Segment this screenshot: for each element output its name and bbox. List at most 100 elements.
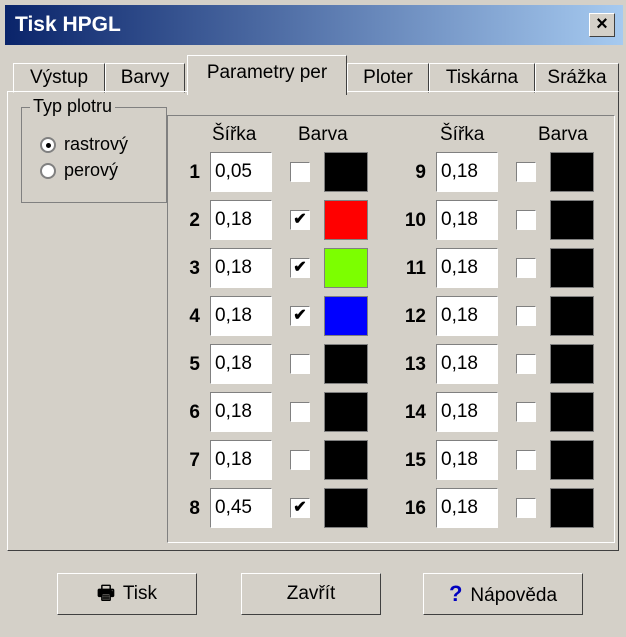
pen-color-swatch[interactable] [324,344,368,384]
tab-srazka[interactable]: Srážka [535,63,619,93]
pen-width-input[interactable]: 0,18 [210,344,272,384]
pen-width-input[interactable]: 0,18 [436,152,498,192]
pen-color-swatch[interactable] [550,200,594,240]
pen-width-input[interactable]: 0,18 [436,440,498,480]
pen-color-swatch[interactable] [324,488,368,528]
pen-color-checkbox[interactable] [290,402,310,422]
pen-row: 1 0,05 [172,150,382,196]
pen-color-swatch[interactable] [550,488,594,528]
print-label: Tisk [122,583,158,604]
pen-color-checkbox[interactable] [516,402,536,422]
pen-width-input[interactable]: 0,18 [436,488,498,528]
pen-color-swatch[interactable] [324,152,368,192]
pen-color-swatch[interactable] [550,440,594,480]
pen-color-swatch[interactable] [550,392,594,432]
close-icon[interactable]: × [589,13,615,37]
pen-number: 11 [405,258,426,279]
color-header-right: Barva [538,124,588,145]
pen-color-checkbox[interactable] [516,450,536,470]
pen-color-checkbox[interactable]: ✔ [290,498,310,518]
pen-color-checkbox[interactable] [516,498,536,518]
pen-row: 2 0,18 ✔ [172,198,382,244]
pen-grid: Šířka Barva Šířka Barva 1 0,05 2 0,18 ✔ 3 0,18… [167,115,615,543]
radio-circle-icon [40,163,56,179]
help-icon: ? [448,581,463,606]
tab-ploter[interactable]: Ploter [347,63,429,93]
pen-width-input[interactable]: 0,18 [436,200,498,240]
dialog-window: Tisk HPGL × Výstup Barvy Parametry per P… [0,0,626,637]
pen-row: 7 0,18 [172,438,382,484]
pen-number: 15 [404,450,426,471]
pen-color-swatch[interactable] [324,440,368,480]
pen-color-checkbox[interactable]: ✔ [290,258,310,278]
pen-color-checkbox[interactable] [516,210,536,230]
pen-color-swatch[interactable] [324,392,368,432]
tab-vystup[interactable]: Výstup [13,63,105,93]
pen-number: 5 [189,354,200,375]
pen-width-input[interactable]: 0,18 [210,248,272,288]
width-header-left: Šířka [212,124,257,145]
pen-color-swatch[interactable] [550,152,594,192]
printer-icon: 🖶 [96,583,115,604]
radio-circle-icon [40,137,56,153]
pen-color-checkbox[interactable] [516,354,536,374]
pen-width-input[interactable]: 0,18 [210,392,272,432]
pen-color-checkbox[interactable]: ✔ [290,306,310,326]
pen-width-input[interactable]: 0,18 [210,296,272,336]
pen-row: 4 0,18 ✔ [172,294,382,340]
color-header-left: Barva [298,124,348,145]
pen-row: 9 0,18 [398,150,608,196]
pen-color-swatch[interactable] [324,296,368,336]
title-bar: Tisk HPGL × [5,5,623,45]
tab-strip: Výstup Barvy Parametry per Ploter Tiskár… [9,49,626,95]
pen-color-swatch[interactable] [550,344,594,384]
pen-number: 6 [189,402,200,423]
plot-type-group: Typ plotru rastrový perový [21,96,167,203]
pen-color-checkbox[interactable] [516,258,536,278]
pen-number: 16 [404,498,426,519]
tab-tiskarna[interactable]: Tiskárna [429,63,535,93]
pen-width-input[interactable]: 0,05 [210,152,272,192]
pen-number: 8 [189,498,200,519]
pen-number: 13 [404,354,426,375]
pen-row: 3 0,18 ✔ [172,246,382,292]
pen-number: 14 [404,402,426,423]
pen-color-checkbox[interactable] [290,450,310,470]
pen-number: 9 [415,162,426,183]
help-button[interactable]: ? Nápověda [423,573,583,615]
pen-width-input[interactable]: 0,18 [210,200,272,240]
pen-width-input[interactable]: 0,45 [210,488,272,528]
pen-color-swatch[interactable] [324,248,368,288]
pen-width-input[interactable]: 0,18 [210,440,272,480]
pen-color-checkbox[interactable] [516,162,536,182]
button-bar: 🖶 Tisk Zavřít ? Nápověda [7,559,619,629]
width-header-right: Šířka [440,124,485,145]
radio-rastrovy[interactable]: rastrový [40,134,160,158]
tab-parametry-per[interactable]: Parametry per [187,55,347,95]
tab-barvy[interactable]: Barvy [105,63,185,93]
pen-number: 2 [189,210,200,231]
close-button[interactable]: Zavřít [241,573,381,615]
help-label: Nápověda [470,585,558,606]
pen-color-checkbox[interactable]: ✔ [290,210,310,230]
pen-row: 13 0,18 [398,342,608,388]
pen-color-swatch[interactable] [550,296,594,336]
pen-number: 7 [189,450,200,471]
pen-width-input[interactable]: 0,18 [436,344,498,384]
pen-width-input[interactable]: 0,18 [436,392,498,432]
pen-width-input[interactable]: 0,18 [436,296,498,336]
pen-row: 8 0,45 ✔ [172,486,382,532]
pen-row: 11 0,18 [398,246,608,292]
pen-row: 6 0,18 [172,390,382,436]
pen-row: 14 0,18 [398,390,608,436]
pen-color-swatch[interactable] [324,200,368,240]
pen-number: 4 [189,306,200,327]
pen-color-checkbox[interactable] [290,162,310,182]
pen-color-checkbox[interactable] [290,354,310,374]
pen-color-swatch[interactable] [550,248,594,288]
pen-width-input[interactable]: 0,18 [436,248,498,288]
print-button[interactable]: 🖶 Tisk [57,573,197,615]
pen-color-checkbox[interactable] [516,306,536,326]
radio-perovy[interactable]: perový [40,160,160,184]
pen-row: 5 0,18 [172,342,382,388]
